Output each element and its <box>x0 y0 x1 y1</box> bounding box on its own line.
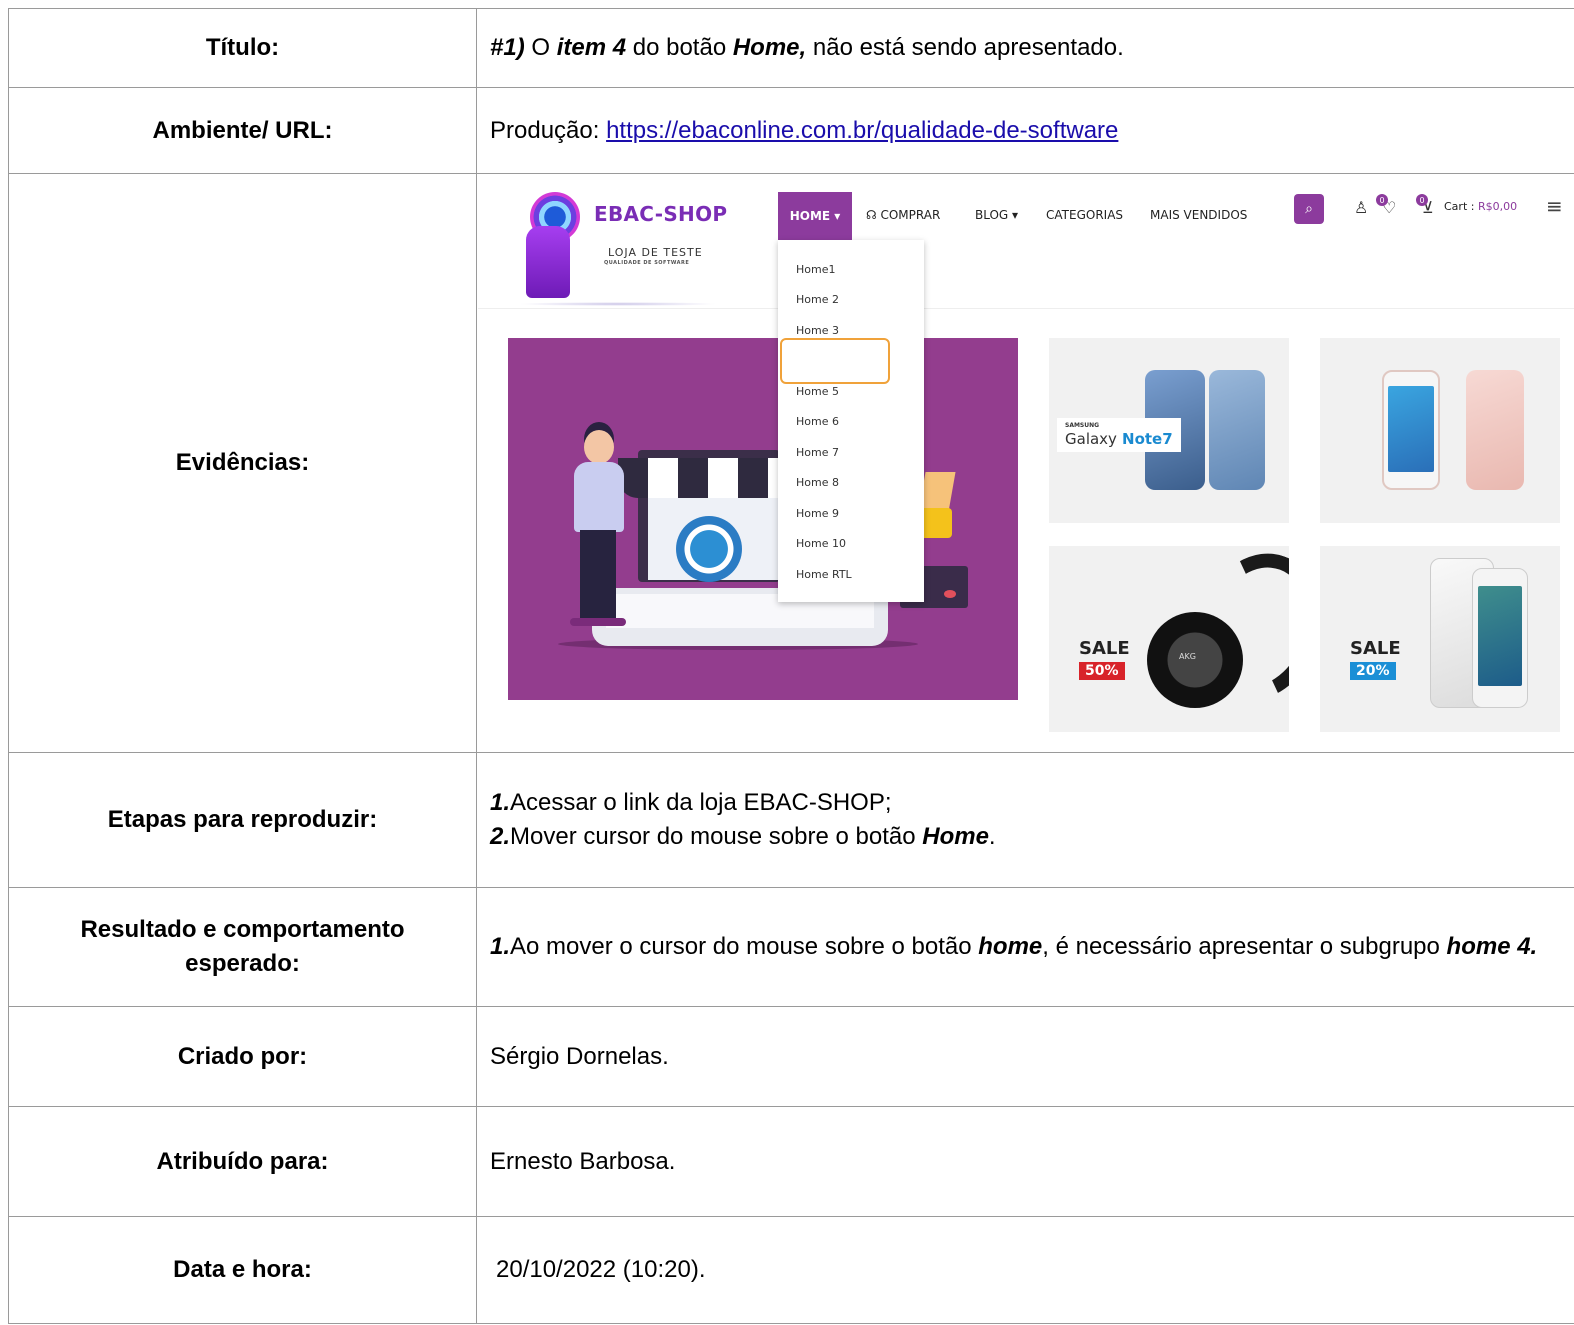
sale-label: SALE <box>1079 638 1130 659</box>
hamburger-menu-icon[interactable]: ≡ <box>1546 194 1563 218</box>
value-data: 20/10/2022 (10:20). <box>496 1256 706 1283</box>
user-icon[interactable]: ♙ <box>1354 198 1368 217</box>
environment-url-link[interactable]: https://ebaconline.com.br/qualidade-de-s… <box>606 117 1118 144</box>
value-atribuido: Ernesto Barbosa. <box>490 1147 676 1175</box>
step-1: 1.Acessar o link da loja EBAC-SHOP; <box>490 789 892 816</box>
product-iphone[interactable] <box>1320 338 1560 523</box>
iphone-back <box>1466 370 1524 490</box>
value-criado: Sérgio Dornelas. <box>490 1042 669 1070</box>
label-titulo: Título: <box>8 9 477 87</box>
row-etapas: Etapas para reproduzir: 1.Acessar o link… <box>8 752 1574 887</box>
shopping-bag-icon <box>918 472 956 512</box>
label-data: Data e hora: <box>8 1217 477 1323</box>
ebac-ring-icon <box>676 516 742 582</box>
product-galaxy-note7[interactable]: SAMSUNG Galaxy Note7 <box>1049 338 1289 523</box>
missing-item4-highlight <box>780 338 890 384</box>
row-criado: Criado por: Sérgio Dornelas. <box>8 1006 1574 1106</box>
dropdown-item-home3[interactable]: Home 3 <box>796 324 839 337</box>
value-titulo: #1) O item 4 do botão Home, não está sen… <box>490 34 1124 61</box>
shop-brand: EBAC-SHOP <box>594 202 728 226</box>
search-icon[interactable]: ⌕ <box>1294 194 1324 224</box>
hero-banner <box>508 338 1018 700</box>
value-etapas: 1.Acessar o link da loja EBAC-SHOP; 2.Mo… <box>484 753 1574 887</box>
header-divider <box>478 308 1574 309</box>
cart-count-badge: 0 <box>1416 194 1428 206</box>
sale-label: SALE <box>1350 638 1401 659</box>
sale-percent-badge: 20% <box>1350 662 1396 680</box>
product-google-pixel[interactable]: SALE 20% <box>1320 546 1560 732</box>
label-etapas: Etapas para reproduzir: <box>8 753 477 887</box>
label-criado: Criado por: <box>8 1007 477 1106</box>
person-head <box>584 430 614 464</box>
step-2: 2.Mover cursor do mouse sobre o botão Ho… <box>490 823 996 850</box>
person-shoes <box>570 618 626 626</box>
wishlist-count-badge: 0 <box>1376 194 1388 206</box>
row-data: Data e hora: 20/10/2022 (10:20). <box>8 1216 1574 1324</box>
shop-tagline: LOJA DE TESTE <box>608 246 703 259</box>
nav-blog[interactable]: BLOG ▾ <box>975 208 1018 222</box>
nav-home-button[interactable]: HOME ▾ <box>778 192 852 240</box>
dropdown-item-home6[interactable]: Home 6 <box>796 415 839 428</box>
dropdown-item-home10[interactable]: Home 10 <box>796 537 846 550</box>
evidence-screenshot: EBAC-SHOP LOJA DE TESTE QUALIDADE DE SOF… <box>478 180 1574 740</box>
headset-icon: ☊ <box>866 208 881 222</box>
person-legs <box>580 530 616 622</box>
label-ambiente: Ambiente/ URL: <box>8 88 477 173</box>
galaxy-label: SAMSUNG Galaxy Note7 <box>1057 418 1181 452</box>
cart-total[interactable]: Cart : R$0,00 <box>1444 200 1517 213</box>
person-body <box>574 462 624 532</box>
dropdown-item-home9[interactable]: Home 9 <box>796 507 839 520</box>
dropdown-item-home5[interactable]: Home 5 <box>796 385 839 398</box>
row-atribuido: Atribuído para: Ernesto Barbosa. <box>8 1106 1574 1216</box>
row-ambiente: Ambiente/ URL: Produção: https://ebaconl… <box>8 87 1574 173</box>
pixel-screen <box>1478 586 1522 686</box>
phone-back <box>1209 370 1265 490</box>
nav-mais-vendidos[interactable]: MAIS VENDIDOS <box>1150 208 1247 222</box>
dropdown-item-home-rtl[interactable]: Home RTL <box>796 568 852 581</box>
logo-hand-icon <box>526 226 570 298</box>
nav-comprar[interactable]: ☊ COMPRAR <box>866 208 940 222</box>
value-ambiente: Produção: https://ebaconline.com.br/qual… <box>490 116 1119 144</box>
shop-tagline-sub: QUALIDADE DE SOFTWARE <box>604 260 690 266</box>
dropdown-item-home1[interactable]: Home1 <box>796 263 835 276</box>
label-evidencias: Evidências: <box>8 174 477 752</box>
product-akg-headphones[interactable]: AKG SALE 50% <box>1049 546 1289 732</box>
bug-number: #1) <box>490 34 525 61</box>
nav-categorias[interactable]: CATEGORIAS <box>1046 208 1123 222</box>
akg-logo: AKG <box>1179 652 1196 661</box>
sale-percent-badge: 50% <box>1079 662 1125 680</box>
value-resultado: 1.Ao mover o cursor do mouse sobre o bot… <box>490 933 1538 960</box>
dropdown-item-home7[interactable]: Home 7 <box>796 446 839 459</box>
home-dropdown-menu: Home1 Home 2 Home 3 Home 5 Home 6 Home 7… <box>778 240 924 602</box>
store-awning <box>618 458 798 498</box>
label-atribuido: Atribuído para: <box>8 1107 477 1216</box>
dropdown-item-home2[interactable]: Home 2 <box>796 293 839 306</box>
dropdown-item-home8[interactable]: Home 8 <box>796 476 839 489</box>
row-resultado: Resultado e comportamento esperado: 1.Ao… <box>8 887 1574 1006</box>
label-resultado: Resultado e comportamento esperado: <box>8 888 477 1006</box>
iphone-screen <box>1388 386 1434 472</box>
logo-shadow <box>518 302 718 306</box>
row-titulo: Título: #1) O item 4 do botão Home, não … <box>8 8 1574 87</box>
